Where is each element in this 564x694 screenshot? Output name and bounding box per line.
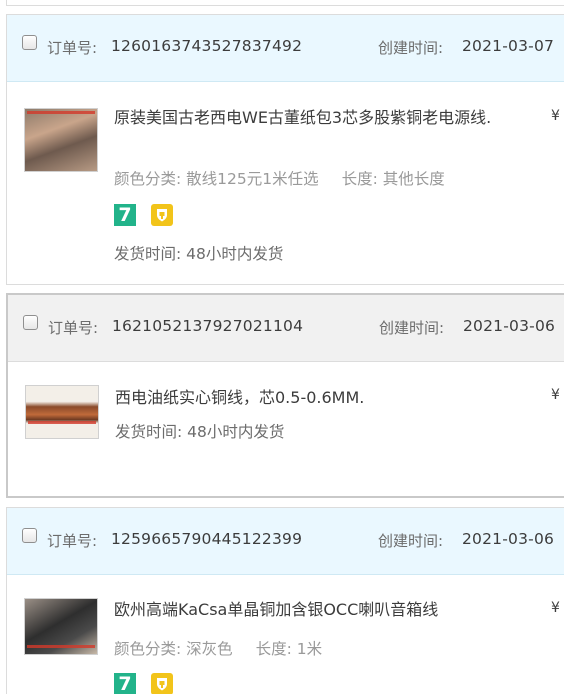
color-category-label: 颜色分类: [114,640,182,658]
product-title-link[interactable]: 原装美国古老西电WE古董纸包3芯多股紫铜老电源线. [114,106,524,130]
consumer-protection-icon[interactable] [151,204,174,226]
order-header: 订单号: 1259665790445122399 创建时间: 2021-03-0… [7,508,564,575]
order-card: 订单号: 1259665790445122399 创建时间: 2021-03-0… [6,507,564,694]
length-label: 长度: [341,170,378,188]
length-value: 其他长度 [382,170,445,188]
ship-time-value: 48小时内发货 [187,423,285,441]
seven-day-return-icon[interactable]: 7 [114,673,136,694]
order-header: 订单号: 1260163743527837492 创建时间: 2021-03-0… [7,15,564,82]
order-number: 1259665790445122399 [111,530,303,548]
color-category-value: 深灰色 [186,640,233,658]
price: ¥ [551,600,560,616]
price: ¥ [551,108,560,124]
created-time: 2021-03-06 [462,530,555,548]
order-card: 订单号: 1260163743527837492 创建时间: 2021-03-0… [6,14,564,285]
color-category-label: 颜色分类: [114,170,182,188]
product-thumbnail[interactable] [25,385,99,439]
created-time-label: 创建时间: [379,319,445,337]
order-select-checkbox[interactable] [22,35,37,50]
product-title-link[interactable]: 西电油纸实心铜线，芯0.5-0.6MM. [115,386,525,410]
product-spec: 颜色分类: 散线125元1米任选 长度: 其他长度 [114,167,445,189]
order-select-checkbox[interactable] [22,528,37,543]
ship-time: 发货时间: 48小时内发货 [115,420,284,442]
created-time-label: 创建时间: [378,532,444,550]
order-number-label: 订单号: [47,39,98,57]
seven-day-return-icon[interactable]: 7 [114,204,136,226]
price: ¥ [551,387,560,403]
product-title-link[interactable]: 欧州高端KaCsa单晶铜加含银OCC喇叭音箱线 [114,598,524,622]
ship-time-label: 发货时间: [114,245,182,263]
order-number-label: 订单号: [47,532,98,550]
order-number: 1621052137927021104 [112,317,304,335]
order-card: 订单号: 1621052137927021104 创建时间: 2021-03-0… [6,293,564,498]
ship-time-label: 发货时间: [115,423,183,441]
product-thumbnail[interactable] [24,598,98,655]
order-number-label: 订单号: [48,319,99,337]
previous-order-edge [6,0,564,6]
consumer-protection-icon[interactable] [151,673,174,694]
ship-time-value: 48小时内发货 [186,245,284,263]
thumbnail-caption-strip [28,421,96,424]
order-number: 1260163743527837492 [111,37,303,55]
order-header: 订单号: 1621052137927021104 创建时间: 2021-03-0… [8,295,564,362]
service-badges: 7 [114,204,183,226]
color-category-value: 散线125元1米任选 [186,170,319,188]
length-label: 长度: [255,640,292,658]
product-thumbnail[interactable] [24,108,98,172]
service-badges: 7 [114,673,183,694]
product-spec: 颜色分类: 深灰色 长度: 1米 [114,637,322,659]
created-time: 2021-03-06 [463,317,556,335]
thumbnail-caption-strip [27,645,95,648]
ship-time: 发货时间: 48小时内发货 [114,242,283,264]
created-time-label: 创建时间: [378,39,444,57]
order-select-checkbox[interactable] [23,315,38,330]
length-value: 1米 [296,640,323,658]
created-time: 2021-03-07 [462,37,555,55]
thumbnail-caption-strip [27,111,95,114]
